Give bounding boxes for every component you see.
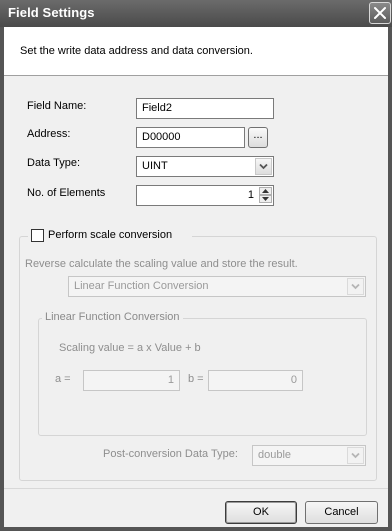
data-type-dropdown-button[interactable] xyxy=(255,158,272,175)
a-label: a = xyxy=(55,373,71,385)
address-label: Address: xyxy=(27,128,71,140)
post-conversion-label: Post-conversion Data Type: xyxy=(103,448,238,460)
spin-down-button[interactable] xyxy=(259,195,272,203)
post-conversion-dropdown-button xyxy=(347,447,364,464)
field-name-label: Field Name: xyxy=(27,100,87,112)
window-frame-bottom xyxy=(0,527,392,531)
post-conversion-value: double xyxy=(258,449,292,461)
chevron-down-icon xyxy=(351,283,360,290)
linear-function-group-title: Linear Function Conversion xyxy=(42,311,183,323)
close-button[interactable] xyxy=(369,2,391,24)
num-elements-label: No. of Elements xyxy=(27,187,106,199)
scale-conversion-label[interactable]: Perform scale conversion xyxy=(48,229,172,241)
close-icon xyxy=(374,7,386,19)
field-name-input[interactable]: Field2 xyxy=(136,98,274,119)
address-input[interactable]: D00000 xyxy=(136,127,245,148)
chevron-down-icon xyxy=(259,163,268,170)
conversion-type-value: Linear Function Conversion xyxy=(74,280,209,292)
field-settings-dialog: Field Settings Set the write data addres… xyxy=(0,0,392,531)
spin-up-icon xyxy=(262,189,269,193)
dialog-body: Set the write data address and data conv… xyxy=(4,27,388,527)
chevron-down-icon xyxy=(351,452,360,459)
data-type-label: Data Type: xyxy=(27,157,80,169)
reverse-calc-text: Reverse calculate the scaling value and … xyxy=(25,258,298,270)
spin-up-button[interactable] xyxy=(259,187,272,195)
spin-down-icon xyxy=(262,197,269,201)
num-elements-value: 1 xyxy=(247,189,254,201)
dialog-title: Field Settings xyxy=(8,5,95,20)
b-input: 0 xyxy=(208,370,303,391)
a-input: 1 xyxy=(83,370,180,391)
data-type-value: UINT xyxy=(142,160,168,172)
cancel-button[interactable]: Cancel xyxy=(305,501,378,524)
footer-divider xyxy=(4,488,388,489)
num-elements-spinner[interactable] xyxy=(259,187,272,204)
conversion-type-select: Linear Function Conversion xyxy=(68,276,366,297)
b-label: b = xyxy=(188,373,204,385)
dialog-description: Set the write data address and data conv… xyxy=(20,45,253,57)
window-frame-right xyxy=(388,27,392,531)
data-type-select[interactable]: UINT xyxy=(136,156,274,177)
conversion-type-dropdown-button xyxy=(347,278,364,295)
header-divider xyxy=(4,75,388,76)
ok-button[interactable]: OK xyxy=(225,501,297,524)
num-elements-input[interactable]: 1 xyxy=(136,185,274,206)
title-bar[interactable]: Field Settings xyxy=(0,0,392,27)
post-conversion-select: double xyxy=(252,445,366,466)
header-band: Set the write data address and data conv… xyxy=(4,27,388,75)
address-browse-button[interactable]: ... xyxy=(248,127,268,148)
scale-conversion-checkbox[interactable] xyxy=(31,229,44,242)
formula-text: Scaling value = a x Value + b xyxy=(59,342,201,354)
